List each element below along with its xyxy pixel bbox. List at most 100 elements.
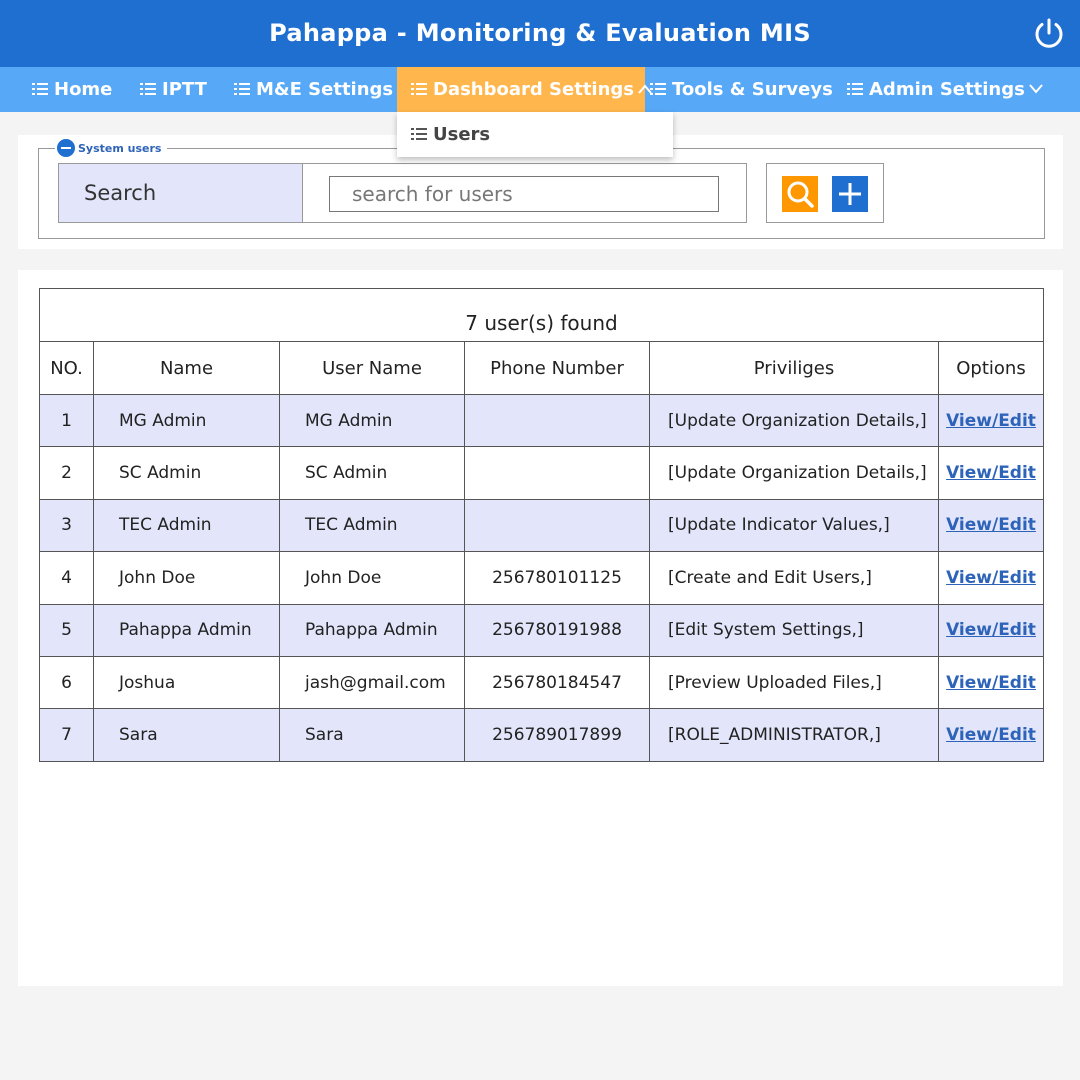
cell-phone xyxy=(464,498,650,553)
nav-item-dashboard-settings[interactable]: Dashboard Settings xyxy=(397,67,652,112)
cell-options: View/Edit xyxy=(938,655,1044,710)
nav-label: M&E Settings xyxy=(256,79,394,100)
nav-label: IPTT xyxy=(162,79,207,100)
list-icon xyxy=(411,127,427,140)
column-header-options: Options xyxy=(938,341,1044,395)
table-header-row: NO. Name User Name Phone Number Privilig… xyxy=(39,341,1044,395)
cell-name: TEC Admin xyxy=(93,498,280,553)
collapse-minus-icon[interactable] xyxy=(57,139,75,157)
plus-icon xyxy=(839,183,861,205)
cell-username: TEC Admin xyxy=(279,498,465,553)
cell-username: SC Admin xyxy=(279,446,465,500)
cell-privileges: [Update Organization Details,] xyxy=(649,393,939,448)
cell-no: 6 xyxy=(39,655,94,710)
main-nav: Home IPTT M&E Settings Dashboard Setting… xyxy=(0,67,1080,112)
table-row: 4 John Doe John Doe 256780101125 [Create… xyxy=(39,551,1044,605)
cell-phone xyxy=(464,393,650,448)
app-title: Pahappa - Monitoring & Evaluation MIS xyxy=(269,19,811,47)
cell-username: jash@gmail.com xyxy=(279,655,465,710)
column-header-username: User Name xyxy=(279,341,465,395)
dropdown-item-label: Users xyxy=(433,124,491,145)
view-edit-link[interactable]: View/Edit xyxy=(946,725,1036,745)
add-user-button[interactable] xyxy=(832,176,868,212)
column-header-name: Name xyxy=(93,341,280,395)
users-table-wrap: 7 user(s) found NO. Name User Name Phone… xyxy=(39,288,1044,762)
cell-phone: 256789017899 xyxy=(464,708,650,762)
cell-options: View/Edit xyxy=(938,708,1044,762)
view-edit-link[interactable]: View/Edit xyxy=(946,411,1036,431)
view-edit-link[interactable]: View/Edit xyxy=(946,568,1036,588)
users-table: NO. Name User Name Phone Number Privilig… xyxy=(39,341,1044,762)
cell-name: John Doe xyxy=(93,551,280,605)
cell-no: 4 xyxy=(39,551,94,605)
list-icon xyxy=(650,82,666,95)
nav-item-me-settings[interactable]: M&E Settings xyxy=(234,67,393,112)
cell-name: Pahappa Admin xyxy=(93,603,280,657)
users-count: 7 user(s) found xyxy=(39,288,1044,341)
nav-label: Dashboard Settings xyxy=(433,79,635,100)
cell-phone: 256780191988 xyxy=(464,603,650,657)
cell-privileges: [Edit System Settings,] xyxy=(649,603,939,657)
search-button[interactable] xyxy=(782,176,818,212)
cell-privileges: [Update Organization Details,] xyxy=(649,446,939,500)
dashboard-settings-dropdown: Users xyxy=(397,112,673,157)
nav-item-iptt[interactable]: IPTT xyxy=(140,67,207,112)
legend-label: System users xyxy=(78,142,162,155)
view-edit-link[interactable]: View/Edit xyxy=(946,463,1036,483)
column-header-phone: Phone Number xyxy=(464,341,650,395)
cell-no: 7 xyxy=(39,708,94,762)
cell-no: 5 xyxy=(39,603,94,657)
cell-phone: 256780184547 xyxy=(464,655,650,710)
search-label: Search xyxy=(58,163,303,223)
cell-options: View/Edit xyxy=(938,551,1044,605)
cell-options: View/Edit xyxy=(938,498,1044,553)
chevron-down-icon xyxy=(1029,83,1043,94)
cell-privileges: [Update Indicator Values,] xyxy=(649,498,939,553)
table-row: 3 TEC Admin TEC Admin [Update Indicator … xyxy=(39,498,1044,553)
view-edit-link[interactable]: View/Edit xyxy=(946,515,1036,535)
cell-no: 3 xyxy=(39,498,94,553)
cell-no: 1 xyxy=(39,393,94,448)
nav-item-home[interactable]: Home xyxy=(32,67,112,112)
search-input[interactable] xyxy=(329,176,719,212)
cell-name: MG Admin xyxy=(93,393,280,448)
cell-name: SC Admin xyxy=(93,446,280,500)
cell-options: View/Edit xyxy=(938,446,1044,500)
view-edit-link[interactable]: View/Edit xyxy=(946,620,1036,640)
search-icon xyxy=(787,181,814,208)
table-row: 7 Sara Sara 256789017899 [ROLE_ADMINISTR… xyxy=(39,708,1044,762)
view-edit-link[interactable]: View/Edit xyxy=(946,673,1036,693)
nav-label: Home xyxy=(54,79,113,100)
search-box xyxy=(303,163,747,223)
cell-username: MG Admin xyxy=(279,393,465,448)
fieldset-legend[interactable]: System users xyxy=(55,139,168,159)
column-header-privileges: Priviliges xyxy=(649,341,939,395)
cell-privileges: [Create and Edit Users,] xyxy=(649,551,939,605)
cell-privileges: [ROLE_ADMINISTRATOR,] xyxy=(649,708,939,762)
table-row: 5 Pahappa Admin Pahappa Admin 2567801919… xyxy=(39,603,1044,657)
table-row: 1 MG Admin MG Admin [Update Organization… xyxy=(39,393,1044,448)
table-row: 2 SC Admin SC Admin [Update Organization… xyxy=(39,446,1044,500)
cell-options: View/Edit xyxy=(938,603,1044,657)
app-header: Pahappa - Monitoring & Evaluation MIS xyxy=(0,0,1080,67)
power-icon[interactable] xyxy=(1032,17,1066,51)
cell-phone: 256780101125 xyxy=(464,551,650,605)
action-buttons xyxy=(766,163,884,223)
list-icon xyxy=(140,82,156,95)
table-row: 6 Joshua jash@gmail.com 256780184547 [Pr… xyxy=(39,655,1044,710)
cell-no: 2 xyxy=(39,446,94,500)
list-icon xyxy=(234,82,250,95)
nav-label: Admin Settings xyxy=(869,79,1025,100)
cell-username: Pahappa Admin xyxy=(279,603,465,657)
cell-options: View/Edit xyxy=(938,393,1044,448)
cell-name: Sara xyxy=(93,708,280,762)
users-panel: 7 user(s) found NO. Name User Name Phone… xyxy=(18,270,1063,986)
list-icon xyxy=(32,82,48,95)
nav-item-admin-settings[interactable]: Admin Settings xyxy=(847,67,1043,112)
list-icon xyxy=(411,82,427,95)
list-icon xyxy=(847,82,863,95)
nav-item-tools-surveys[interactable]: Tools & Surveys xyxy=(650,67,833,112)
cell-privileges: [Preview Uploaded Files,] xyxy=(649,655,939,710)
nav-label: Tools & Surveys xyxy=(672,79,833,100)
dropdown-item-users[interactable]: Users xyxy=(411,112,490,157)
